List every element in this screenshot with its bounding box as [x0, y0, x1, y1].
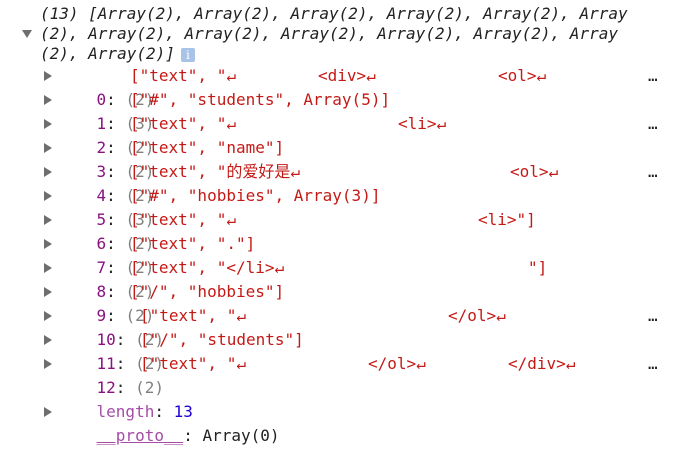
expand-row-11-icon[interactable]: [44, 335, 52, 345]
expand-row-5-icon[interactable]: [44, 191, 52, 201]
array-summary-line-3: (2), Array(2)] i: [40, 42, 195, 66]
info-icon[interactable]: i: [180, 47, 195, 62]
row-2-value: ["text", "↵: [130, 114, 236, 133]
console-output: (13) [Array(2), Array(2), Array(2), Arra…: [0, 0, 696, 445]
row-0-segment-2: <div>↵: [318, 66, 376, 85]
row-10-ellipsis: …: [648, 306, 658, 325]
row-9-value: ["/", "hobbies"]: [130, 282, 285, 301]
proto-property[interactable]: __proto__: Array(0): [58, 400, 280, 445]
expand-row-0-icon[interactable]: [44, 71, 52, 81]
collapse-array-toggle-icon[interactable]: [22, 30, 32, 38]
row-0-segment-3: <ol>↵: [498, 66, 547, 85]
row-6-segment-2: <li>"]: [478, 210, 536, 229]
row-1-value: ["#", "students", Array(5)]: [130, 90, 391, 109]
row-12-value: ["text", "↵: [140, 354, 246, 373]
row-2-ellipsis: …: [648, 114, 658, 133]
expand-row-3-icon[interactable]: [44, 143, 52, 153]
row-12-segment-2: </ol>↵: [368, 354, 426, 373]
row-4-segment-2: <ol>↵: [510, 162, 559, 181]
row-10-segment-2: </ol>↵: [448, 306, 506, 325]
row-10-value: ["text", "↵: [140, 306, 246, 325]
row-11-value: ["/", "students"]: [140, 330, 304, 349]
row-12-segment-3: </div>↵: [508, 354, 576, 373]
row-0-ellipsis: …: [648, 66, 658, 85]
expand-row-12-icon[interactable]: [44, 359, 52, 369]
row-6-value: ["text", "↵: [130, 210, 236, 229]
row-4-ellipsis: …: [648, 162, 658, 181]
row-5-value: ["#", "hobbies", Array(3)]: [130, 186, 381, 205]
expand-row-2-icon[interactable]: [44, 119, 52, 129]
row-7-value: ["text", "."]: [130, 234, 256, 253]
row-0-value: ["text", "↵: [130, 66, 236, 85]
row-3-value: ["text", "name"]: [130, 138, 285, 157]
row-8-value: ["text", "</li>↵: [130, 258, 285, 277]
row-12-ellipsis: …: [648, 354, 658, 373]
expand-row-6-icon[interactable]: [44, 215, 52, 225]
expand-row-7-icon[interactable]: [44, 239, 52, 249]
row-4-value: ["text", "的爱好是↵: [130, 162, 300, 181]
expand-row-10-icon[interactable]: [44, 311, 52, 321]
row-8-segment-2: "]: [528, 258, 548, 277]
length-property: length: 13: [96, 402, 193, 421]
row-2-segment-2: <li>↵: [398, 114, 447, 133]
expand-proto-icon[interactable]: [44, 407, 52, 417]
expand-row-1-icon[interactable]: [44, 95, 52, 105]
expand-row-8-icon[interactable]: [44, 263, 52, 273]
expand-row-4-icon[interactable]: [44, 167, 52, 177]
expand-row-9-icon[interactable]: [44, 287, 52, 297]
